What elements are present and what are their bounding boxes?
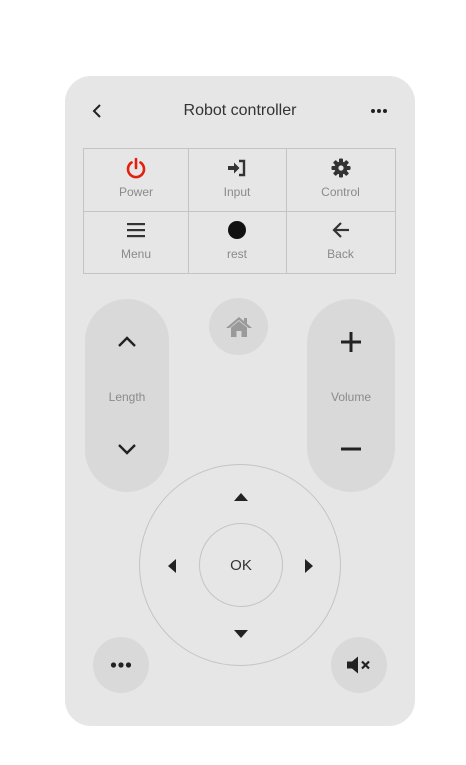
caret-down-icon <box>234 630 248 638</box>
back-label: Back <box>327 247 354 261</box>
back-nav-button[interactable]: Back <box>286 211 395 273</box>
length-up-button[interactable] <box>85 319 169 365</box>
more-options-button[interactable] <box>366 98 392 124</box>
dpad-right-button[interactable] <box>297 554 321 578</box>
menu-icon <box>127 223 145 238</box>
volume-up-button[interactable] <box>307 319 395 365</box>
mute-button[interactable] <box>331 637 387 693</box>
gear-icon <box>331 158 350 178</box>
input-label: Input <box>223 185 251 199</box>
chevron-up-icon <box>118 336 136 347</box>
power-label: Power <box>118 185 153 199</box>
circle-icon <box>228 221 246 239</box>
volume-control: Volume <box>307 299 395 492</box>
length-control: Length <box>85 299 169 492</box>
caret-right-icon <box>305 559 313 573</box>
sign-in-icon <box>228 159 246 177</box>
control-button[interactable]: Control <box>286 149 395 211</box>
length-label: Length <box>108 390 146 404</box>
arrow-left-icon <box>331 222 349 238</box>
plus-icon <box>341 332 361 352</box>
power-button[interactable]: Power <box>84 149 188 211</box>
volume-label: Volume <box>330 390 372 404</box>
minus-icon <box>341 447 361 451</box>
home-icon <box>225 316 252 337</box>
rest-label: rest <box>226 247 247 261</box>
input-button[interactable]: Input <box>188 149 286 211</box>
more-button[interactable] <box>93 637 149 693</box>
length-down-button[interactable] <box>85 426 169 472</box>
rest-button[interactable]: rest <box>188 211 286 273</box>
chevron-down-icon <box>118 444 136 455</box>
dpad-up-button[interactable] <box>229 485 253 509</box>
remote-panel: Robot controller Power Input Control Men… <box>65 76 415 726</box>
dpad-down-button[interactable] <box>229 622 253 646</box>
ok-button[interactable]: OK <box>199 523 283 607</box>
power-icon <box>126 157 146 179</box>
volume-mute-icon <box>347 656 370 674</box>
page-title: Robot controller <box>183 102 297 119</box>
more-horizontal-icon <box>371 109 387 113</box>
control-label: Control <box>321 185 360 199</box>
caret-left-icon <box>168 559 176 573</box>
menu-button[interactable]: Menu <box>84 211 188 273</box>
dpad-left-button[interactable] <box>160 554 184 578</box>
home-button[interactable] <box>209 298 268 355</box>
more-horizontal-icon <box>110 662 132 668</box>
volume-down-button[interactable] <box>307 426 395 472</box>
dpad: OK <box>139 464 341 666</box>
function-grid: Power Input Control Menu rest Back <box>83 148 396 274</box>
caret-up-icon <box>234 493 248 501</box>
menu-label: Menu <box>120 247 152 261</box>
